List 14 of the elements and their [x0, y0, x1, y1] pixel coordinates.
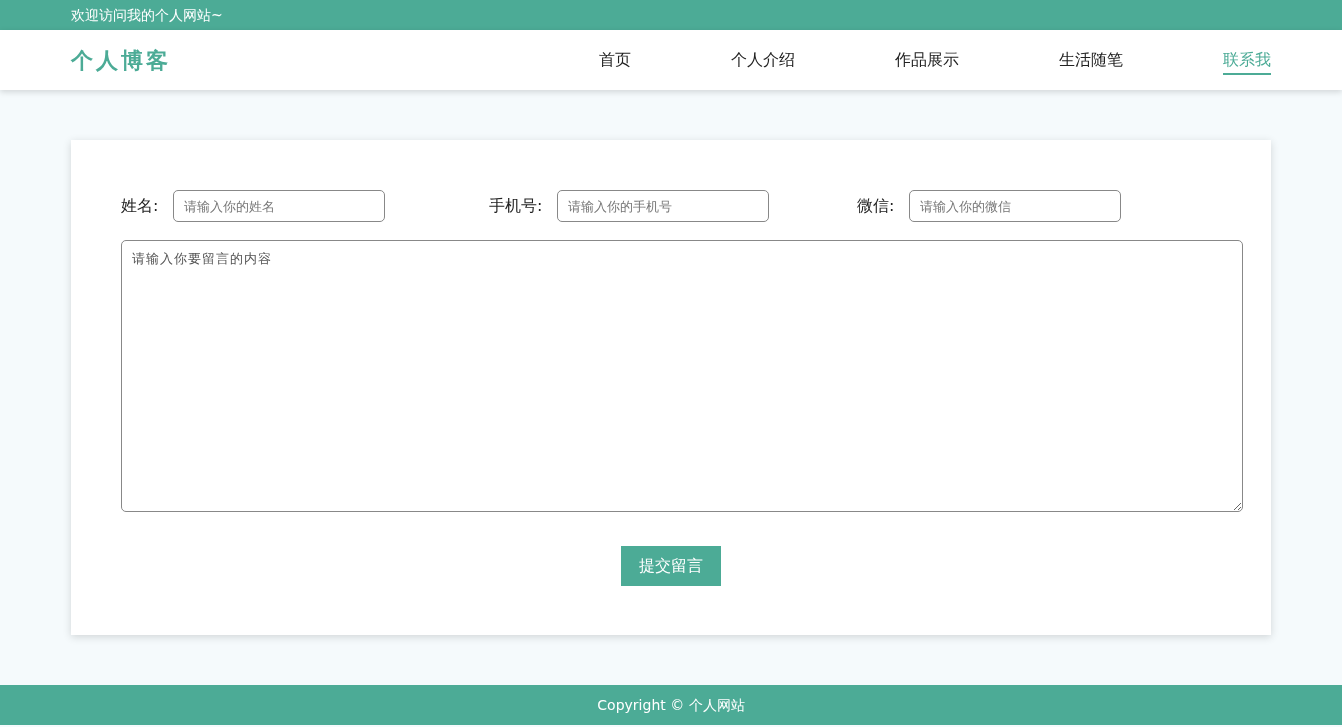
nav-link[interactable]: 个人介绍 [731, 45, 795, 75]
nav-link[interactable]: 生活随笔 [1059, 45, 1123, 75]
copyright-text: Copyright © 个人网站 [597, 695, 745, 715]
field-label: 微信: [857, 195, 896, 217]
welcome-text: 欢迎访问我的个人网站~ [71, 7, 223, 23]
field-label: 手机号: [489, 195, 544, 217]
text-input[interactable]: 请输入你的姓名 [173, 190, 385, 222]
nav-link[interactable]: 作品展示 [895, 45, 959, 75]
text-input[interactable]: 请输入你的微信 [909, 190, 1121, 222]
text-input[interactable]: 请输入你的手机号 [557, 190, 769, 222]
site-logo: 个人博客 [71, 46, 171, 75]
field-label: 姓名: [121, 195, 160, 217]
nav-link[interactable]: 首页 [599, 45, 631, 75]
message-textarea[interactable]: 请输入你要留言的内容 [121, 240, 1243, 512]
